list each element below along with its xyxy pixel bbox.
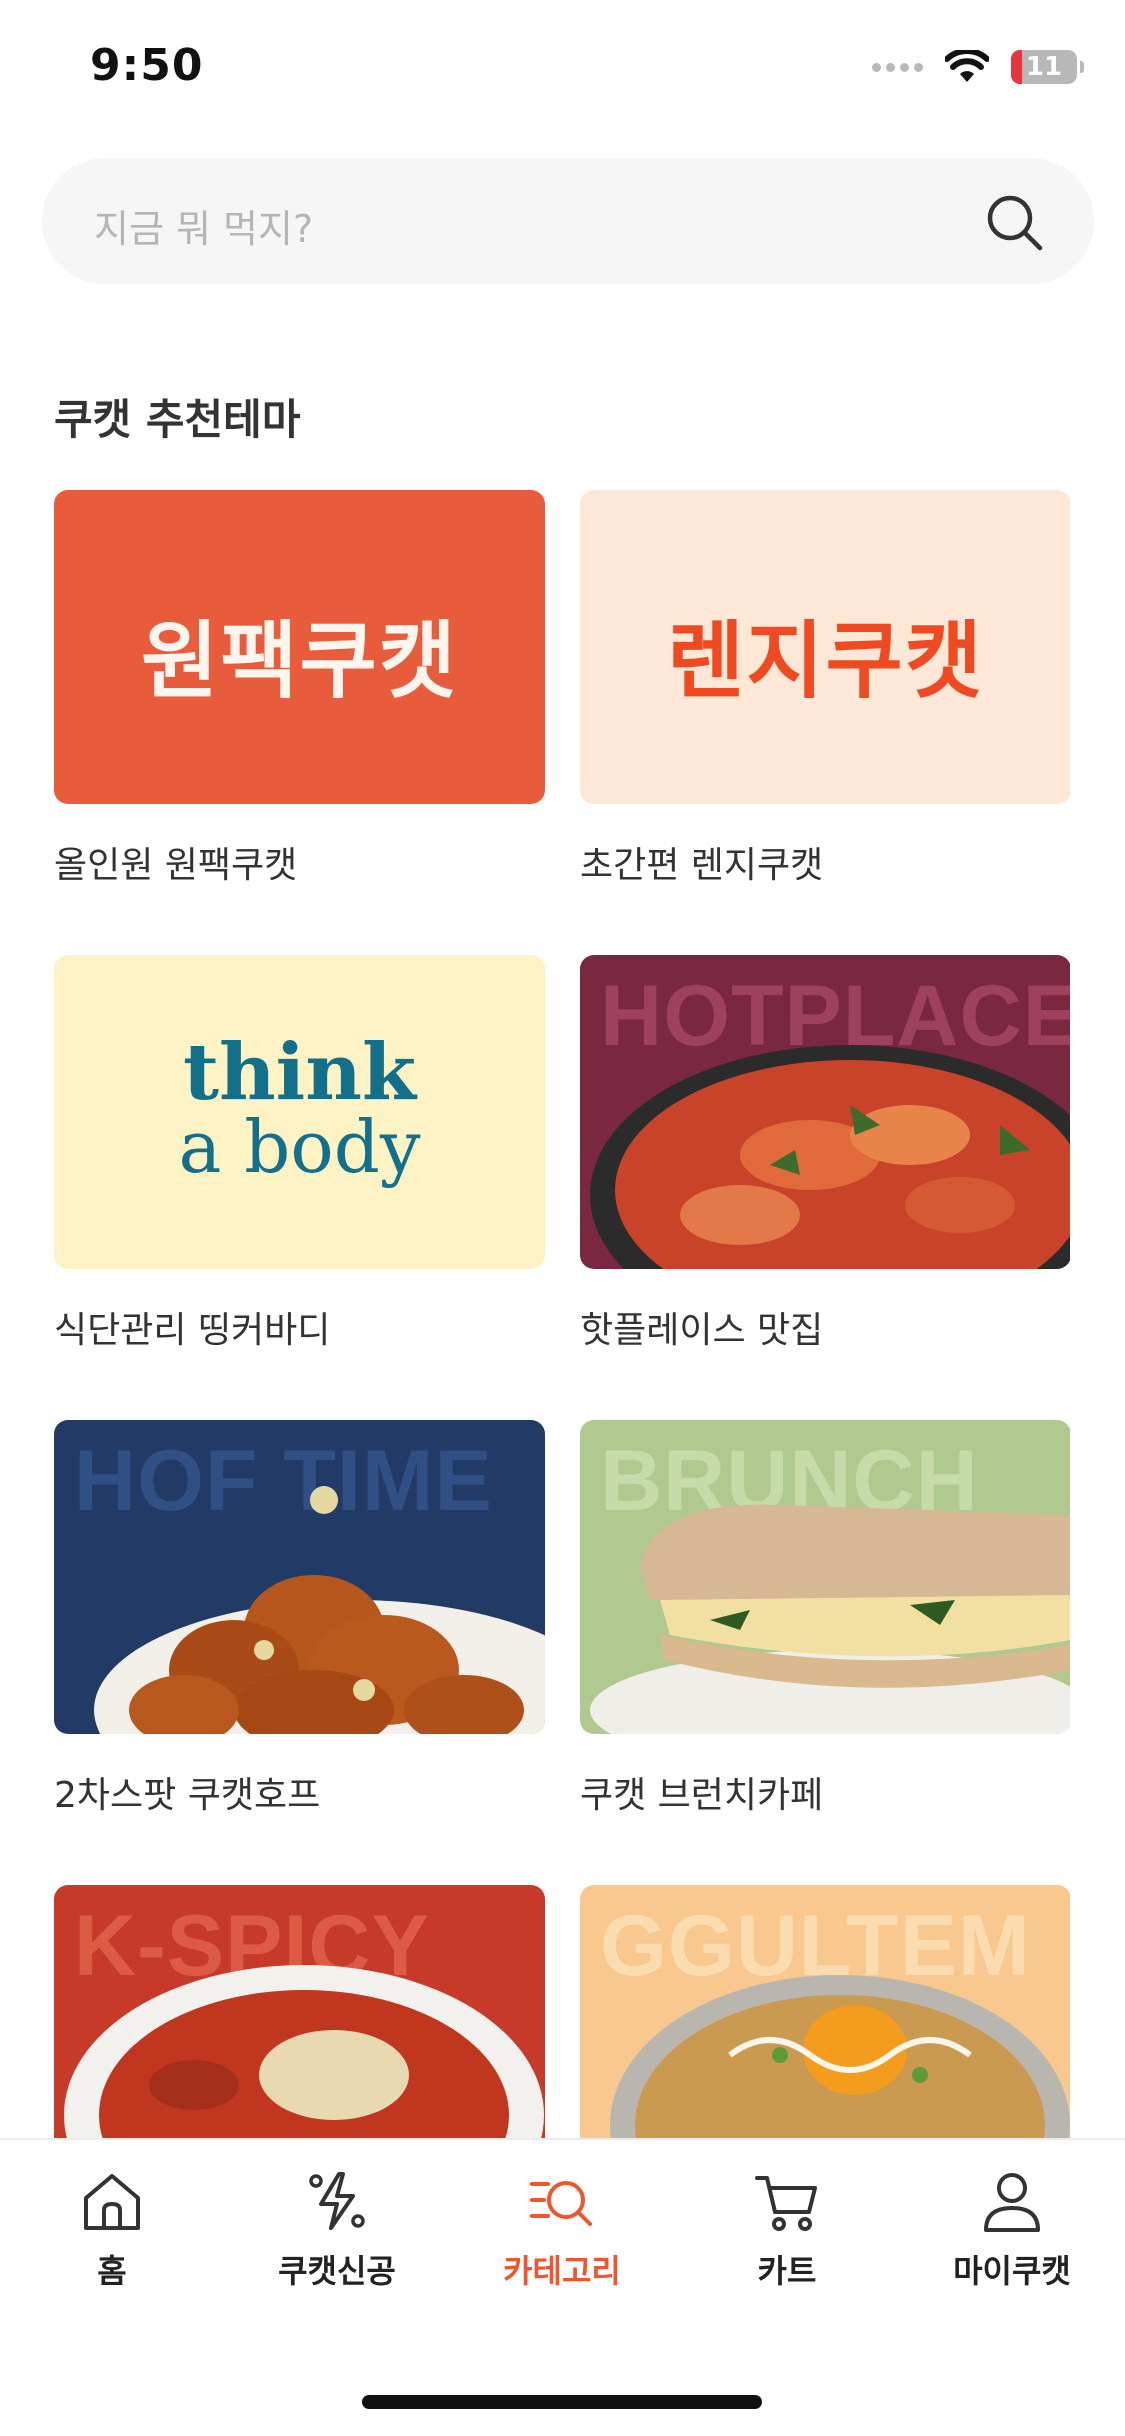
theme-card-image[interactable]: GGULTEM	[580, 1885, 1070, 2140]
theme-card-label[interactable]: 초간편 렌지쿠캣	[580, 836, 1070, 886]
food-photo-sandwich	[590, 1504, 1070, 1734]
search-icon[interactable]	[982, 190, 1046, 254]
theme-card-label[interactable]: 쿠캣 브런치카페	[580, 1766, 1070, 1816]
theme-card-label[interactable]: 식단관리 띵커바디	[54, 1301, 545, 1351]
wifi-icon	[945, 50, 989, 82]
battery-icon: 11	[1011, 50, 1084, 84]
category-search-icon	[530, 2181, 592, 2226]
food-photo-chicken	[94, 1486, 545, 1734]
section-title: 쿠캣 추천테마	[54, 395, 301, 444]
theme-card-label[interactable]: 올인원 원팩쿠캣	[54, 836, 545, 886]
lightning-icon	[309, 2172, 365, 2230]
theme-card[interactable]: 원팩쿠캣 올인원 원팩쿠캣	[54, 490, 545, 886]
theme-card-image[interactable]: think a body	[54, 955, 545, 1269]
tab-label: 쿠캣신공	[278, 2252, 396, 2290]
tab-label: 마이쿠캣	[953, 2252, 1071, 2290]
theme-card[interactable]: GGULTEM	[580, 1885, 1070, 2140]
tab-label: 카트	[757, 2252, 817, 2290]
tab-kookat-singong[interactable]: 쿠캣신공	[242, 2166, 432, 2292]
theme-card-label[interactable]: 2차스팟 쿠캣호프	[54, 1766, 545, 1816]
theme-card[interactable]: K-SPICY	[54, 1885, 545, 2140]
status-time: 9:50	[90, 40, 204, 91]
search-input[interactable]: 지금 뭐 먹지?	[94, 198, 313, 253]
tab-label: 카테고리	[503, 2252, 621, 2290]
theme-card-image[interactable]: K-SPICY	[54, 1885, 545, 2140]
search-bar[interactable]: 지금 뭐 먹지?	[42, 158, 1094, 284]
theme-card[interactable]: HOF TIME 2차스팟 쿠캣호프	[54, 1420, 545, 1816]
food-photo-noodles	[610, 1975, 1070, 2140]
theme-card[interactable]: 렌지쿠캣 초간편 렌지쿠캣	[580, 490, 1070, 886]
tab-category[interactable]: 카테고리	[467, 2166, 657, 2292]
cellular-signal-icon	[872, 62, 923, 72]
theme-card-image[interactable]: 원팩쿠캣	[54, 490, 545, 804]
profile-icon	[984, 2173, 1040, 2232]
tab-cart[interactable]: 카트	[692, 2166, 882, 2292]
battery-level: 11	[1025, 52, 1063, 82]
tab-home[interactable]: 홈	[17, 2166, 207, 2292]
theme-card-image[interactable]: 렌지쿠캣	[580, 490, 1070, 804]
theme-card-image[interactable]: HOTPLACE	[580, 955, 1070, 1269]
theme-card-image[interactable]: BRUNCH	[580, 1420, 1070, 1734]
theme-banner-text: 렌지쿠캣	[666, 612, 985, 710]
bottom-tab-bar: 홈 쿠캣신공 카테고리 카트 마이쿠캣	[0, 2138, 1125, 2436]
home-indicator[interactable]	[362, 2395, 762, 2409]
food-photo-stirfry	[590, 1045, 1070, 1269]
status-icons: 11	[872, 50, 1084, 84]
theme-banner-text: 원팩쿠캣	[140, 612, 459, 710]
theme-card[interactable]: BRUNCH 쿠캣 브런치카페	[580, 1420, 1070, 1816]
think-logo-line2: a body	[178, 1105, 421, 1189]
tab-my-kookat[interactable]: 마이쿠캣	[917, 2166, 1107, 2292]
status-bar: 9:50 11	[0, 0, 1125, 140]
theme-grid: 원팩쿠캣 올인원 원팩쿠캣 렌지쿠캣 초간편 렌지쿠캣 think a body…	[54, 490, 1070, 2140]
home-icon	[84, 2174, 140, 2230]
theme-card[interactable]: think a body 식단관리 띵커바디	[54, 955, 545, 1351]
cart-icon	[755, 2176, 817, 2231]
theme-card-label[interactable]: 핫플레이스 맛집	[580, 1301, 1070, 1351]
theme-card-image[interactable]: HOF TIME	[54, 1420, 545, 1734]
tab-label: 홈	[97, 2252, 127, 2290]
food-photo-stew	[64, 1965, 544, 2140]
theme-card[interactable]: HOTPLACE 핫플레이스 맛집	[580, 955, 1070, 1351]
